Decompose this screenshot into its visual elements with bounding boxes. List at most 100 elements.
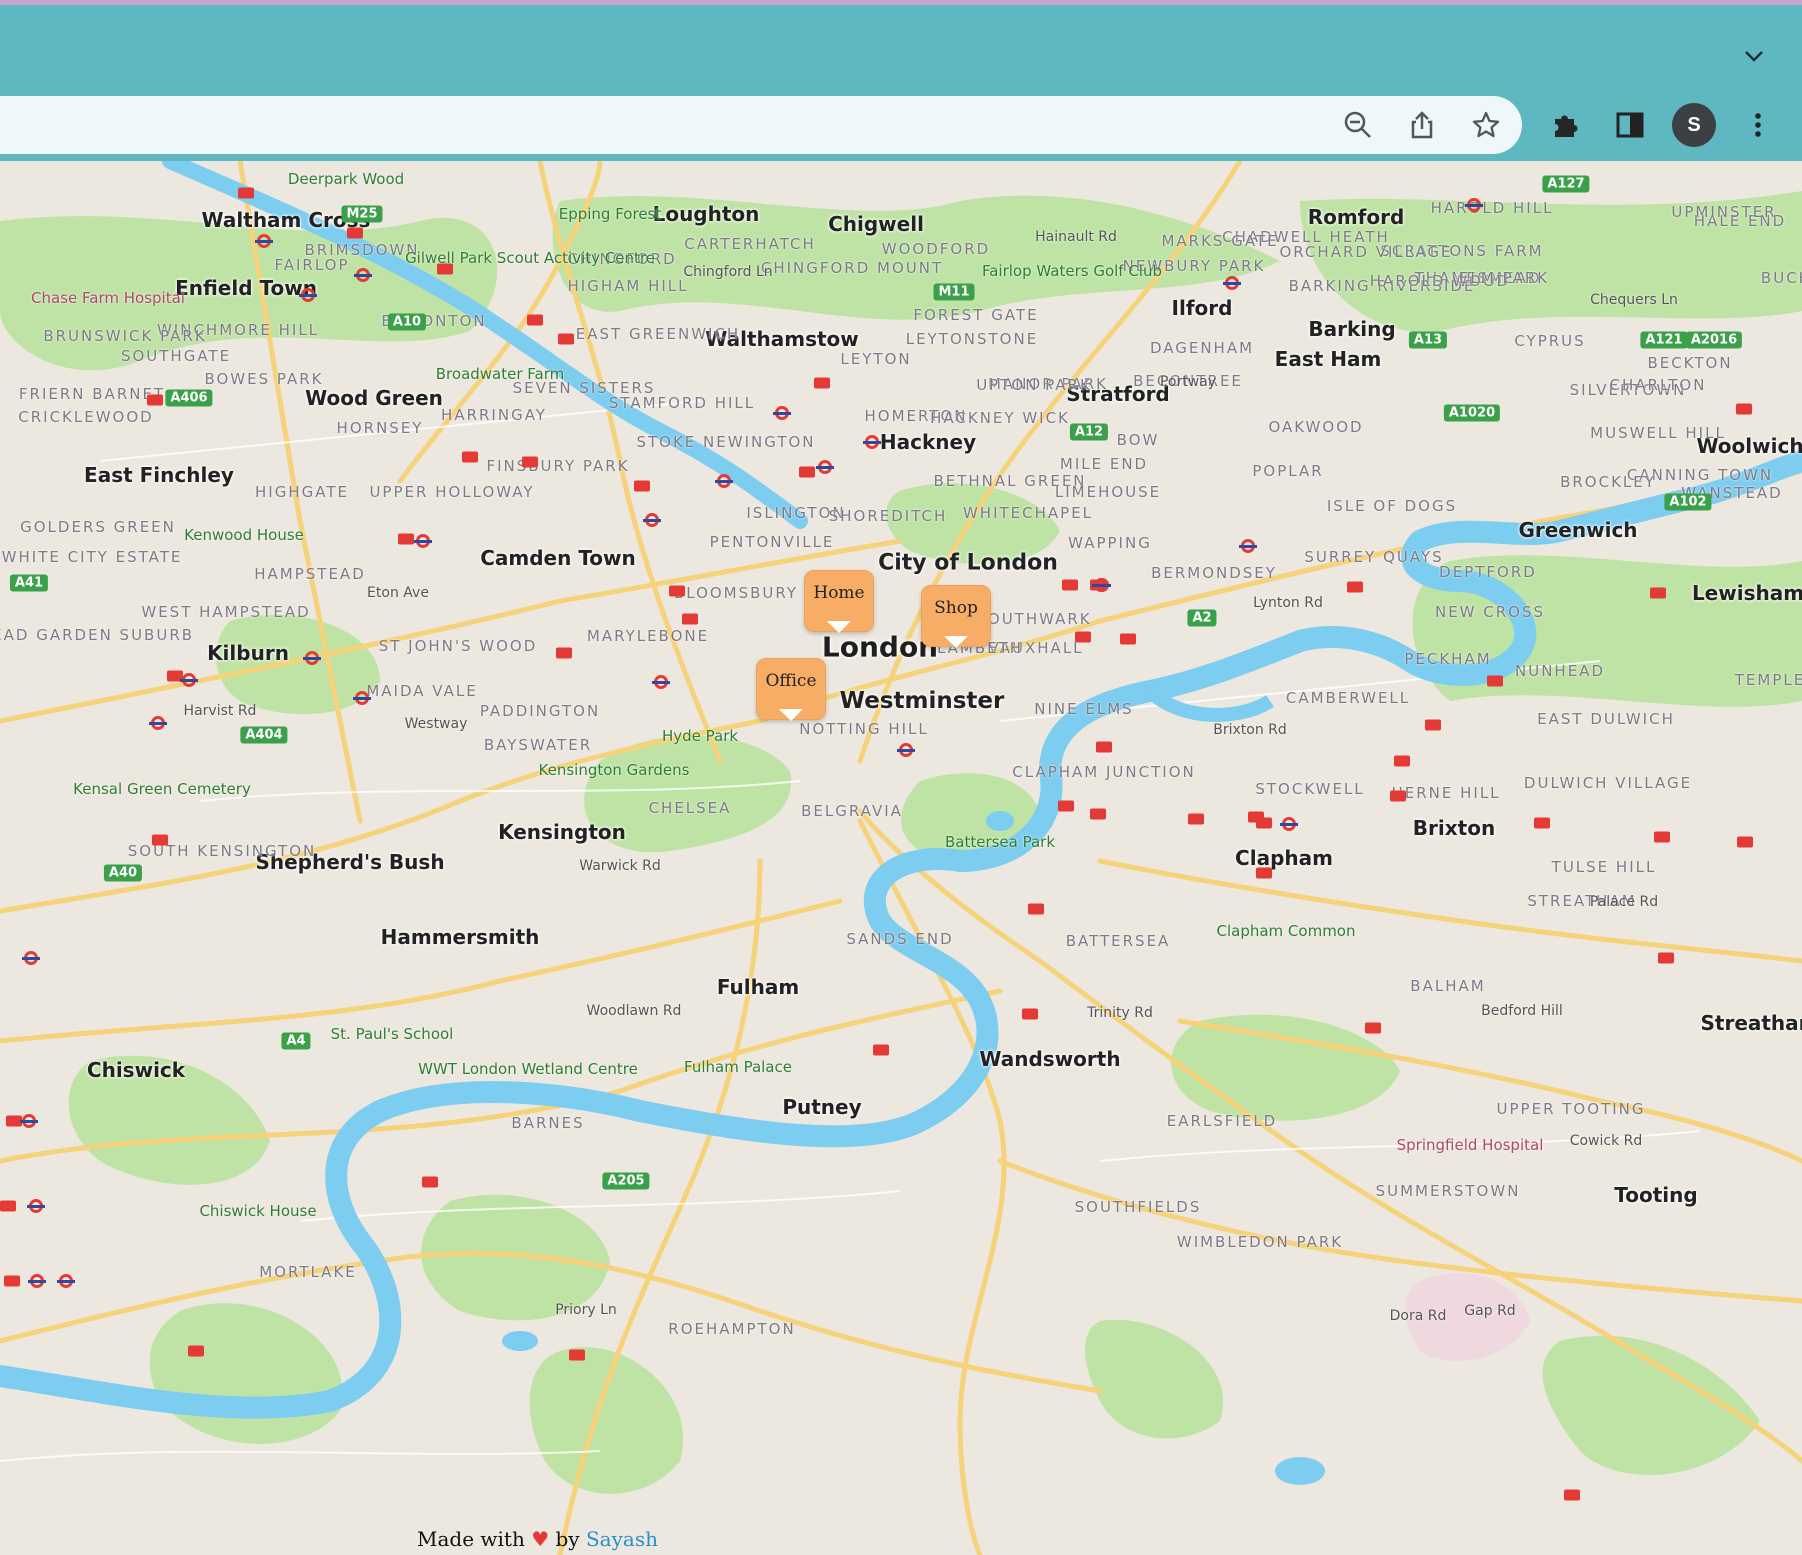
marker-home[interactable]: Home [804, 570, 874, 632]
district-label: BOWES PARK [204, 370, 324, 388]
road-shield: A12 [1069, 423, 1109, 441]
district-label: BLOOMSBURY [673, 584, 799, 602]
tab-search-button[interactable] [1740, 42, 1768, 70]
more-vert-icon [1755, 113, 1761, 137]
underground-station-icon [255, 234, 273, 248]
district-label: BERMONDSEY [1151, 564, 1277, 582]
underground-station-icon [299, 288, 317, 302]
town-label: Chiswick [86, 1058, 186, 1082]
marker-office[interactable]: Office [756, 658, 826, 720]
address-bar[interactable] [0, 96, 1522, 154]
district-label: MARYLEBONE [586, 627, 710, 645]
rail-station-icon [4, 1275, 20, 1287]
road-name-label: Gap Rd [1464, 1303, 1516, 1319]
district-label: MILE END [1059, 455, 1149, 473]
district-label: HERNE HILL [1391, 784, 1501, 802]
marker-shop[interactable]: Shop [921, 585, 991, 647]
rail-station-icon [1390, 790, 1406, 802]
map-canvas[interactable]: London Westminster City of London Hoddes… [0, 161, 1802, 1555]
town-label: East Finchley [84, 463, 234, 487]
district-label: OAKWOOD [1268, 418, 1364, 436]
district-label: MUSWELL HILL [1590, 424, 1726, 442]
road-name-label: Westway [404, 716, 468, 732]
district-label: BROCKLEY [1560, 473, 1656, 491]
district-label: SOUTHGATE [120, 347, 232, 365]
author-link[interactable]: Sayash [586, 1527, 658, 1551]
district-label: BRUNSWICK PARK [43, 327, 207, 345]
district-label: SUMMERSTOWN [1375, 1182, 1521, 1200]
district-label: DAGENHAM [1149, 339, 1255, 357]
underground-station-icon [27, 1199, 45, 1213]
share-button[interactable] [1404, 107, 1440, 143]
town-label: Enfield Town [175, 276, 317, 300]
park-label: Hyde Park [661, 727, 739, 745]
rail-station-icon [1736, 403, 1752, 415]
rail-station-icon [188, 1345, 204, 1357]
district-label: NOTTING HILL [799, 720, 929, 738]
road-name-label: Priory Ln [555, 1302, 617, 1318]
district-label: SANDS END [846, 930, 954, 948]
underground-station-icon [180, 673, 198, 687]
town-label: Loughton [652, 202, 760, 226]
town-label: Fulham [716, 975, 800, 999]
district-label: HIGHGATE [255, 483, 349, 501]
district-label: STOKE NEWINGTON [636, 433, 816, 451]
side-panel-button[interactable] [1612, 107, 1648, 143]
district-label: SOUTHWARK [976, 610, 1092, 628]
road-shield: A102 [1664, 493, 1712, 511]
district-label: BELGRAVIA [801, 802, 903, 820]
rail-station-icon [1487, 675, 1503, 687]
road-shield: A406 [165, 389, 213, 407]
district-label: POPLAR [1252, 462, 1324, 480]
district-label: UPMINSTER [1671, 203, 1777, 221]
district-label: CARTERHATCH [684, 235, 816, 253]
district-label: WHITECHAPEL [962, 504, 1094, 522]
zoom-button[interactable] [1340, 107, 1376, 143]
road-shield: M11 [933, 283, 975, 301]
avatar[interactable]: S [1672, 103, 1716, 147]
road-shield: A40 [103, 864, 143, 882]
district-label: HORNSEY [336, 419, 424, 437]
rail-station-icon [1028, 903, 1044, 915]
browser-toolbar: S [0, 89, 1802, 161]
footer-prefix: Made with [417, 1527, 525, 1551]
district-label: WIMBLEDON PARK [1176, 1233, 1344, 1251]
park-label: Fulham Palace [684, 1058, 792, 1076]
extensions-button[interactable] [1548, 107, 1584, 143]
road-name-label: Cowick Rd [1569, 1133, 1643, 1149]
town-label: Hammersmith [380, 925, 540, 949]
district-label: LEYTONSTONE [905, 330, 1039, 348]
road-shield: A1020 [1443, 404, 1501, 422]
rail-station-icon [1188, 813, 1204, 825]
underground-station-icon [773, 406, 791, 420]
town-label: Kilburn [207, 641, 289, 665]
district-label: EAST DULWICH [1537, 710, 1675, 728]
district-label: SOUTHFIELDS [1074, 1198, 1202, 1216]
rail-station-icon [147, 394, 163, 406]
underground-station-icon [22, 951, 40, 965]
rail-station-icon [1658, 952, 1674, 964]
rail-station-icon [422, 1176, 438, 1188]
bookmark-button[interactable] [1468, 107, 1504, 143]
road-name-label: Portway [1159, 374, 1217, 390]
underground-station-icon [643, 513, 661, 527]
hospital-label: Chase Farm Hospital [31, 289, 185, 307]
town-label: Lewisham [1691, 581, 1802, 605]
town-label: Camden Town [480, 546, 636, 570]
district-label: WAPPING [1068, 534, 1152, 552]
tab-strip [0, 0, 1802, 89]
rail-station-icon [347, 227, 363, 239]
park-label: Kensington Gardens [538, 761, 690, 779]
district-label: LEYTON [840, 350, 912, 368]
road-shield: A2 [1187, 609, 1217, 627]
city-label-westminster: Westminster [839, 688, 1005, 714]
district-label: CAMBERWELL [1285, 689, 1411, 707]
underground-station-icon [1465, 198, 1483, 212]
rail-station-icon [1425, 719, 1441, 731]
district-label: SURREY QUAYS [1304, 548, 1444, 566]
underground-station-icon [57, 1274, 75, 1288]
rail-station-icon [527, 314, 543, 326]
menu-button[interactable] [1740, 107, 1776, 143]
district-label: STOCKWELL [1255, 780, 1365, 798]
district-label: PECKHAM [1404, 650, 1492, 668]
